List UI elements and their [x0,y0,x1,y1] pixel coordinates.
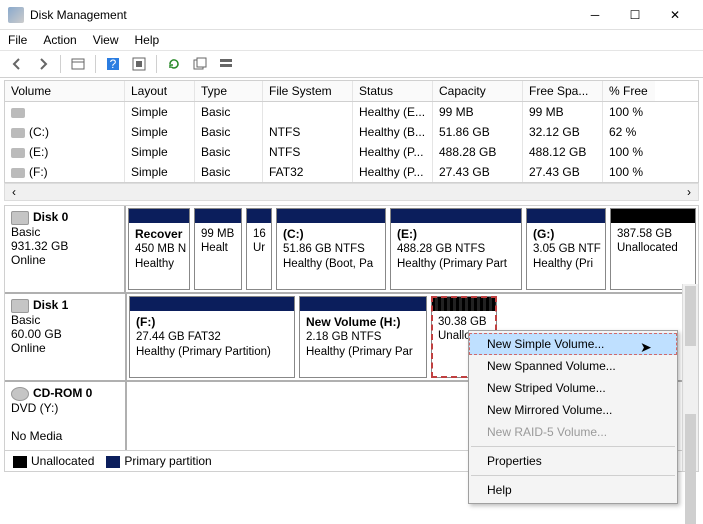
partition[interactable]: 99 MBHealt [194,208,242,290]
ctx-new-mirrored-volume[interactable]: New Mirrored Volume... [469,399,677,421]
legend-swatch-primary [106,456,120,468]
disk0-info[interactable]: Disk 0 Basic 931.32 GB Online [5,206,126,292]
menu-view[interactable]: View [93,33,119,47]
ctx-new-spanned-volume[interactable]: New Spanned Volume... [469,355,677,377]
titlebar: Disk Management ─ ☐ ✕ [0,0,703,30]
cdrom-info[interactable]: CD-ROM 0 DVD (Y:) No Media [5,382,127,450]
cdrom-type: DVD (Y:) [11,401,58,415]
cdrom-icon [11,387,29,401]
ctx-help[interactable]: Help [469,479,677,501]
context-menu: New Simple Volume... New Spanned Volume.… [468,330,678,504]
table-row[interactable]: SimpleBasicHealthy (E...99 MB99 MB100 % [5,102,698,122]
partition[interactable]: (E:)488.28 GB NTFSHealthy (Primary Part [390,208,522,290]
vertical-scrollbar[interactable] [682,284,698,471]
legend-primary: Primary partition [124,454,211,468]
th-free[interactable]: Free Spa... [523,81,603,101]
window-title: Disk Management [30,8,575,22]
th-filesystem[interactable]: File System [263,81,353,101]
disk1-size: 60.00 GB [11,327,62,341]
table-row[interactable]: (E:)SimpleBasicNTFSHealthy (P...488.28 G… [5,142,698,162]
disk-icon [11,299,29,313]
scroll-right-icon[interactable]: › [680,184,698,200]
disk1-state: Online [11,341,46,355]
legend-swatch-unallocated [13,456,27,468]
scroll-thumb[interactable] [685,414,696,524]
back-button[interactable] [6,53,28,75]
close-button[interactable]: ✕ [655,1,695,29]
cdrom-state: No Media [11,429,62,443]
scroll-left-icon[interactable]: ‹ [5,184,23,200]
ctx-new-raid5-volume: New RAID-5 Volume... [469,421,677,443]
th-volume[interactable]: Volume [5,81,125,101]
table-header: Volume Layout Type File System Status Ca… [5,81,698,102]
svg-text:?: ? [110,57,117,71]
table-row[interactable]: (C:)SimpleBasicNTFSHealthy (B...51.86 GB… [5,122,698,142]
horizontal-scrollbar[interactable]: ‹ › [4,183,699,201]
disk1-info[interactable]: Disk 1 Basic 60.00 GB Online [5,294,127,380]
th-type[interactable]: Type [195,81,263,101]
disk-icon [11,211,29,225]
app-icon [8,7,24,23]
action-list-button[interactable] [215,53,237,75]
partition[interactable]: 16Ur [246,208,272,290]
disk0-state: Online [11,253,46,267]
cdrom-name: CD-ROM 0 [33,386,92,400]
show-hide-button[interactable] [67,53,89,75]
scroll-thumb[interactable] [685,286,696,346]
partition[interactable]: Recover450 MB NHealthy [128,208,190,290]
partition[interactable]: (G:)3.05 GB NTFHealthy (Pri [526,208,606,290]
menu-action[interactable]: Action [43,33,76,47]
disk0-size: 931.32 GB [11,239,68,253]
minimize-button[interactable]: ─ [575,1,615,29]
th-capacity[interactable]: Capacity [433,81,523,101]
volume-table: Volume Layout Type File System Status Ca… [4,80,699,183]
ctx-new-simple-volume[interactable]: New Simple Volume... [469,333,677,355]
maximize-button[interactable]: ☐ [615,1,655,29]
partition[interactable]: (F:)27.44 GB FAT32Healthy (Primary Parti… [129,296,295,378]
help-button[interactable]: ? [102,53,124,75]
th-layout[interactable]: Layout [125,81,195,101]
legend-unallocated: Unallocated [31,454,94,468]
disk0-type: Basic [11,225,40,239]
menu-help[interactable]: Help [135,33,160,47]
disk1-type: Basic [11,313,40,327]
toolbar: ? [0,50,703,78]
disk-row-0: Disk 0 Basic 931.32 GB Online Recover450… [5,206,698,294]
forward-button[interactable] [32,53,54,75]
table-row[interactable]: (F:)SimpleBasicFAT32Healthy (P...27.43 G… [5,162,698,182]
disk0-name: Disk 0 [33,210,68,224]
disk1-name: Disk 1 [33,298,68,312]
ctx-properties[interactable]: Properties [469,450,677,472]
menu-file[interactable]: File [8,33,27,47]
partition[interactable]: New Volume (H:)2.18 GB NTFSHealthy (Prim… [299,296,427,378]
th-pctfree[interactable]: % Free [603,81,655,101]
rescan-button[interactable] [189,53,211,75]
settings-button[interactable] [128,53,150,75]
menubar: File Action View Help [0,30,703,50]
partition[interactable]: 387.58 GBUnallocated [610,208,696,290]
th-status[interactable]: Status [353,81,433,101]
refresh-button[interactable] [163,53,185,75]
partition[interactable]: (C:)51.86 GB NTFSHealthy (Boot, Pa [276,208,386,290]
ctx-new-striped-volume[interactable]: New Striped Volume... [469,377,677,399]
